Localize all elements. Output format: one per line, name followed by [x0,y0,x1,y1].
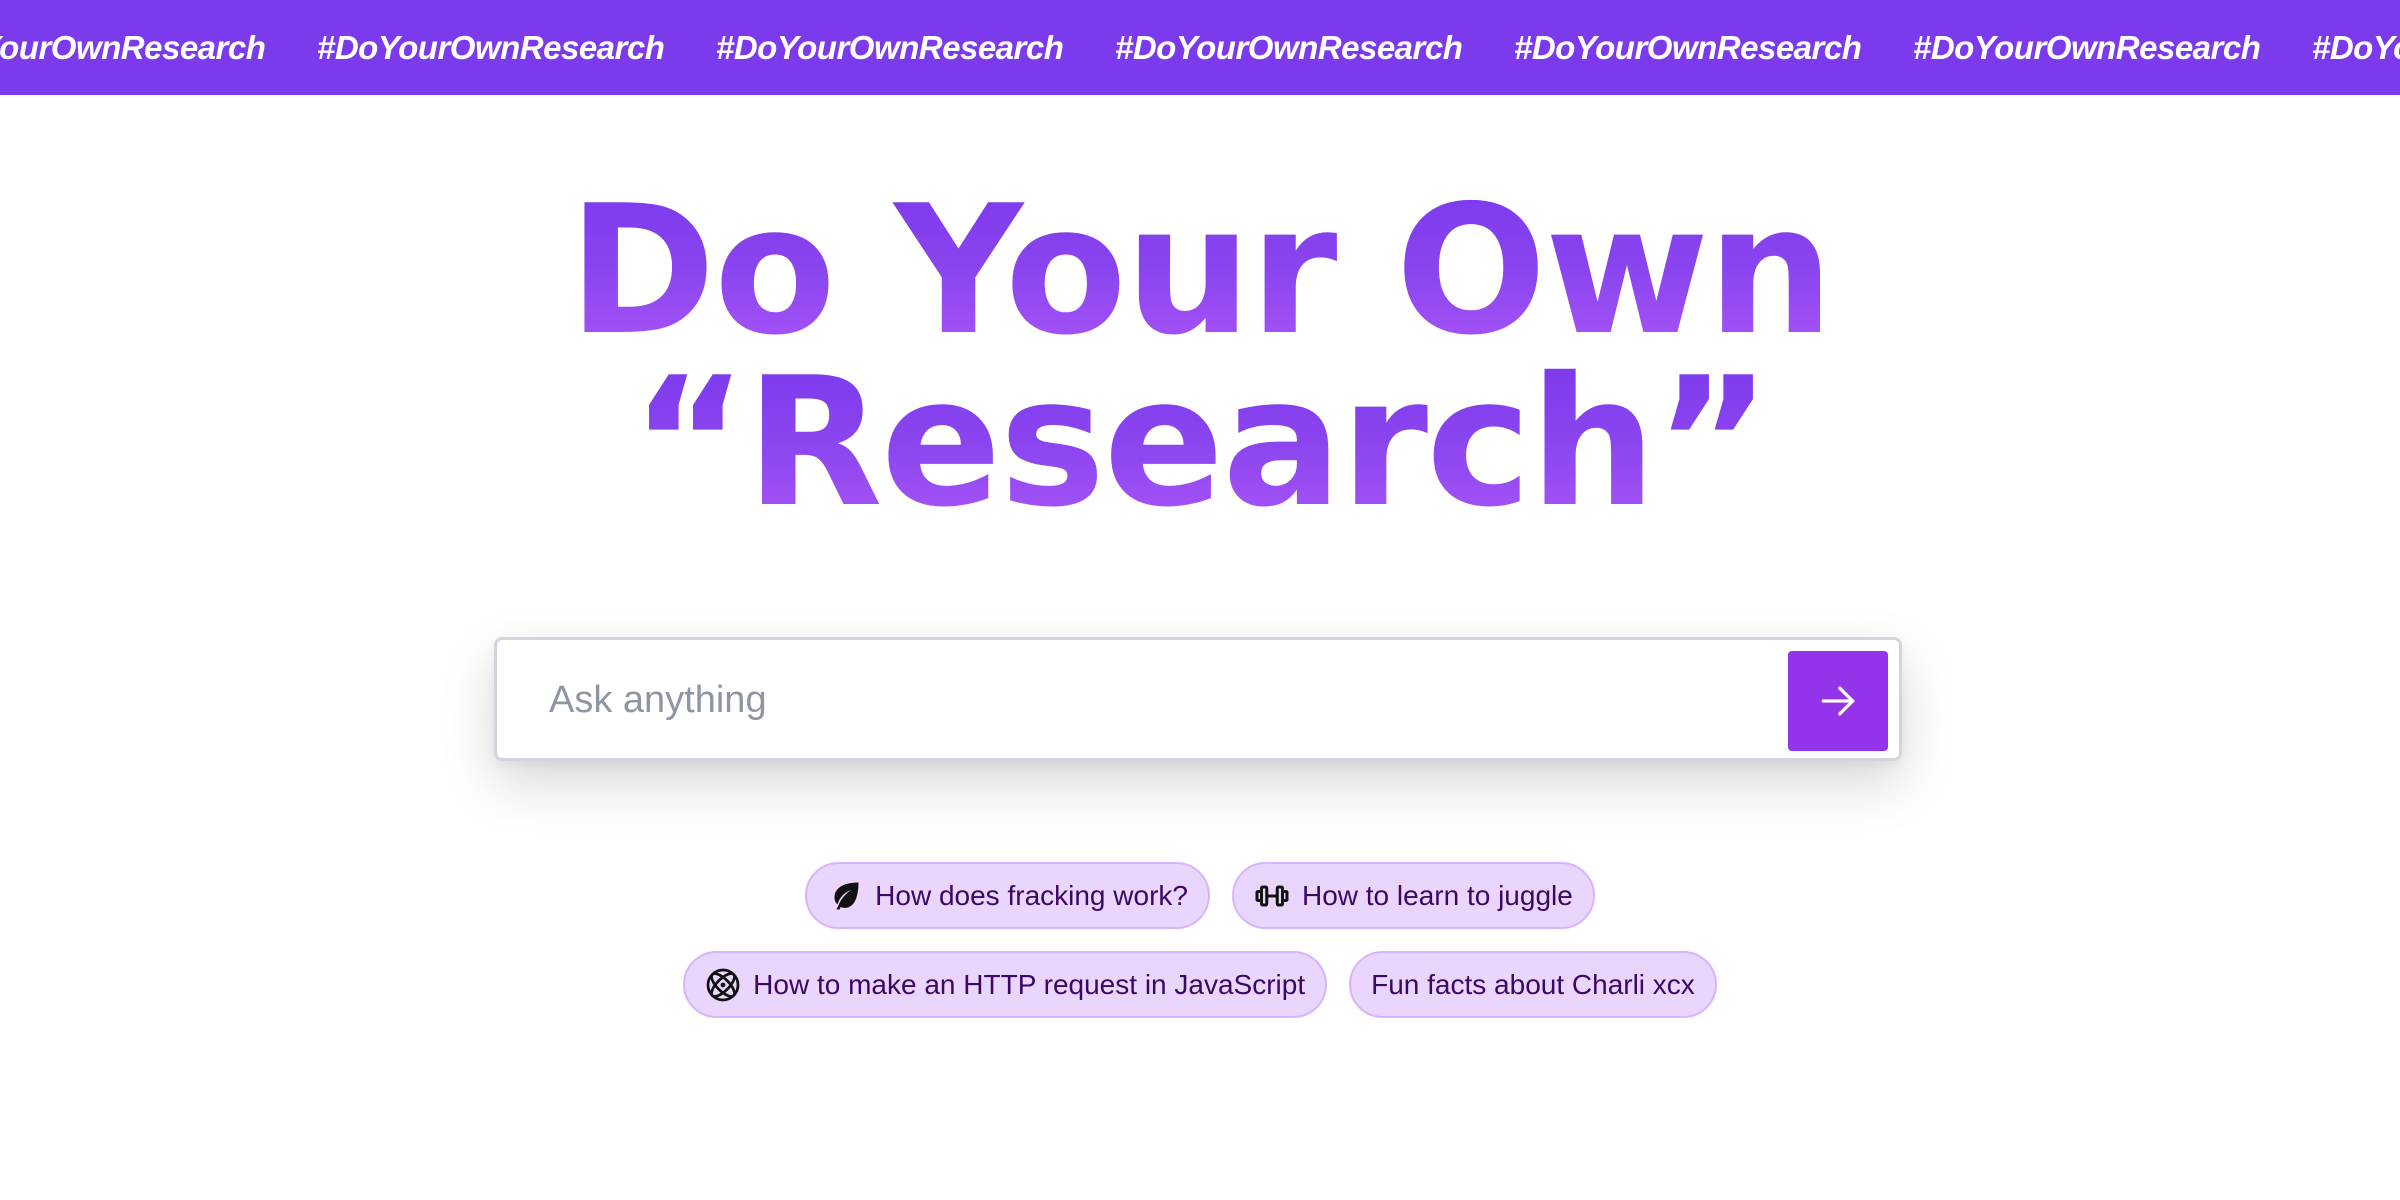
hashtag-marquee: #DoYourOwnResearch #DoYourOwnResearch #D… [0,0,2400,95]
suggestion-chip-juggle[interactable]: How to learn to juggle [1231,862,1595,929]
suggestion-chips: How does fracking work? How to learn to … [0,862,2400,1040]
suggestion-label: Fun facts about Charli xcx [1371,968,1695,1000]
atom-icon [705,967,741,1003]
dumbbell-icon [1254,878,1290,914]
suggestion-row: How does fracking work? How to learn to … [0,862,2400,929]
arrow-right-icon [1821,686,1855,716]
hero-title-line-1: Do Your Own [0,182,2400,360]
suggestion-chip-charli-xcx[interactable]: Fun facts about Charli xcx [1349,951,1717,1018]
search-input[interactable] [547,640,1701,760]
suggestion-chip-http-request[interactable]: How to make an HTTP request in JavaScrip… [683,951,1328,1018]
hashtag-text: #DoYourOwnResearch [317,28,665,66]
hashtag-text: #DoYourOwnResearch [716,28,1064,66]
hashtag-text: #DoYourOwnResearch [1913,28,2261,66]
search-form [494,637,1902,761]
hashtag-text: #DoYourOwnResearch [1115,28,1463,66]
hero-title: Do Your Own “Research” [0,182,2400,532]
suggestion-row: How to make an HTTP request in JavaScrip… [0,951,2400,1018]
suggestion-label: How to make an HTTP request in JavaScrip… [753,968,1306,1000]
suggestion-label: How to learn to juggle [1301,879,1573,911]
suggestion-label: How does fracking work? [875,879,1188,911]
leaf-icon [827,878,863,914]
suggestion-chip-fracking[interactable]: How does fracking work? [805,862,1210,929]
hero-title-line-2: “Research” [0,354,2400,532]
hashtag-text: #DoYourOwnResearch [2312,28,2400,66]
submit-button[interactable] [1788,651,1888,751]
hashtag-text: #DoYourOwnResearch [1514,28,1862,66]
hashtag-text: #DoYourOwnResearch [0,28,266,66]
hashtag-banner: #DoYourOwnResearch #DoYourOwnResearch #D… [0,0,2400,95]
